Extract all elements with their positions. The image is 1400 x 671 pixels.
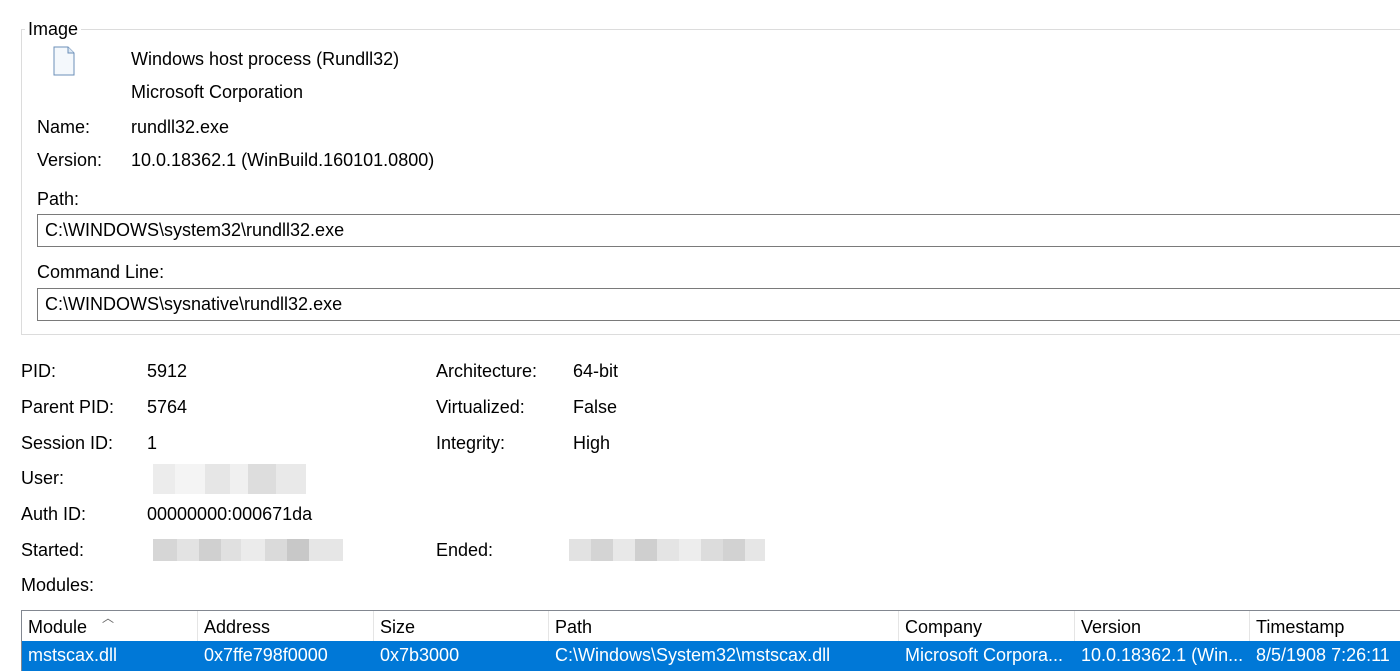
sort-ascending-icon: ︿ [102, 611, 115, 625]
path-label: Path: [37, 189, 80, 209]
session-id-value: 1 [147, 433, 158, 453]
integrity-value: High [573, 433, 611, 453]
session-id-label: Session ID: [21, 433, 114, 453]
ended-value-redacted [569, 539, 765, 561]
parent-pid-label: Parent PID: [21, 397, 115, 417]
column-header-company[interactable]: Company [899, 611, 1075, 641]
auth-id-value: 00000000:000671da [147, 504, 313, 524]
cell-company: Microsoft Corpora... [905, 645, 1064, 665]
name-value: rundll32.exe [131, 117, 230, 137]
column-header-module[interactable]: ︿ Module [22, 611, 198, 641]
image-description: Windows host process (Rundll32) [131, 49, 400, 69]
user-value-redacted [153, 464, 306, 494]
command-line-field[interactable]: C:\WINDOWS\sysnative\rundll32.exe [37, 288, 1400, 321]
virtualized-label: Virtualized: [436, 397, 525, 417]
table-row[interactable]: mstscax.dll 0x7ffe798f0000 0x7b3000 C:\W… [22, 641, 1400, 671]
ended-label: Ended: [436, 540, 494, 560]
column-header-size[interactable]: Size [374, 611, 549, 641]
cell-size: 0x7b3000 [380, 645, 460, 665]
modules-listview[interactable]: ︿ Module Address Size Path Company Versi… [21, 610, 1400, 671]
file-icon [52, 46, 76, 76]
image-group-legend: Image [25, 19, 82, 40]
user-label: User: [21, 468, 65, 488]
virtualized-value: False [573, 397, 618, 417]
started-value-redacted [153, 539, 343, 561]
pid-value: 5912 [147, 361, 188, 381]
column-header-path[interactable]: Path [549, 611, 899, 641]
path-field[interactable]: C:\WINDOWS\system32\rundll32.exe [37, 214, 1400, 247]
image-company: Microsoft Corporation [131, 82, 304, 102]
column-header-address[interactable]: Address [198, 611, 374, 641]
column-header-timestamp[interactable]: Timestamp [1250, 611, 1400, 641]
name-label: Name: [37, 117, 91, 137]
architecture-label: Architecture: [436, 361, 538, 381]
modules-label: Modules: [21, 575, 95, 595]
parent-pid-value: 5764 [147, 397, 188, 417]
integrity-label: Integrity: [436, 433, 506, 453]
architecture-value: 64-bit [573, 361, 619, 381]
started-label: Started: [21, 540, 85, 560]
cell-module: mstscax.dll [28, 645, 118, 665]
version-value: 10.0.18362.1 (WinBuild.160101.0800) [131, 150, 435, 170]
modules-header: ︿ Module Address Size Path Company Versi… [22, 611, 1400, 641]
column-header-label: Module [28, 617, 88, 637]
command-line-label: Command Line: [37, 262, 165, 282]
column-header-version[interactable]: Version [1075, 611, 1250, 641]
cell-address: 0x7ffe798f0000 [204, 645, 328, 665]
auth-id-label: Auth ID: [21, 504, 87, 524]
pid-label: PID: [21, 361, 57, 381]
cell-timestamp: 8/5/1908 7:26:11 [1256, 645, 1390, 665]
version-label: Version: [37, 150, 103, 170]
cell-version: 10.0.18362.1 (Win... [1081, 645, 1244, 665]
cell-path: C:\Windows\System32\mstscax.dll [555, 645, 831, 665]
